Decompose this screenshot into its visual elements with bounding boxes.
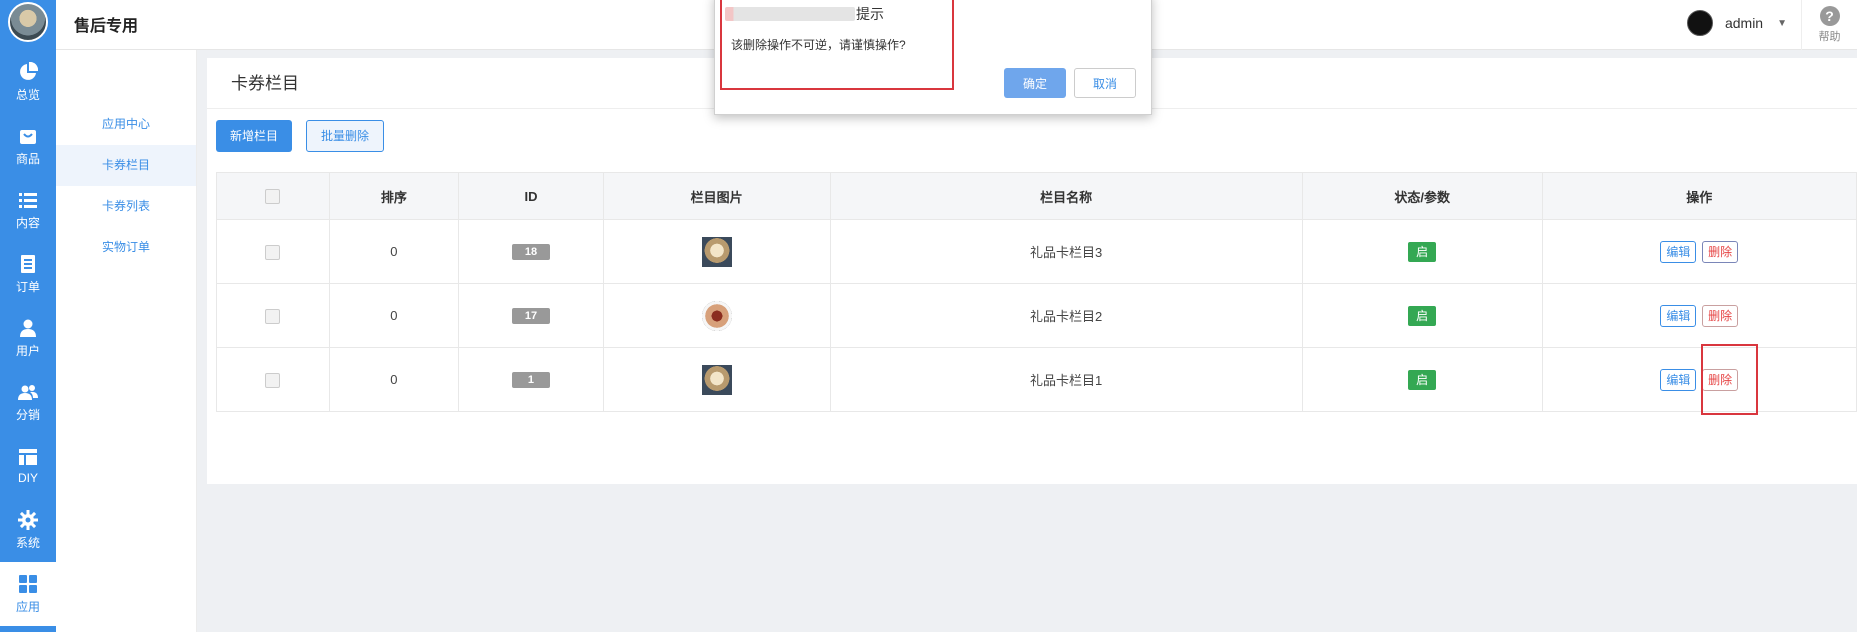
header-id: ID: [458, 172, 604, 220]
delete-button[interactable]: 删除: [1702, 304, 1739, 327]
rail-item-distribution[interactable]: 分销: [0, 370, 56, 434]
column-image: [701, 364, 732, 395]
layout-icon: [19, 449, 37, 465]
user-avatar[interactable]: [1686, 10, 1713, 36]
rail-item-users[interactable]: 用户: [0, 306, 56, 370]
help-label: 帮助: [1818, 31, 1841, 43]
row-checkbox[interactable]: [265, 308, 281, 324]
status-badge[interactable]: 启: [1408, 369, 1437, 390]
icon-rail: 总览 商品 内容 订单 用户 分销 DIY 系统 应用: [0, 0, 56, 632]
user-menu[interactable]: admin ▼: [1686, 10, 1787, 36]
store-title: 售后专用: [74, 18, 139, 35]
rail-item-content[interactable]: 内容: [0, 178, 56, 242]
rail-item-overview[interactable]: 总览: [0, 50, 56, 114]
header-image: 栏目图片: [602, 172, 831, 220]
rail-label-apps: 应用: [15, 599, 40, 614]
shopping-bag-icon: [20, 129, 36, 144]
submenu-item-physical-orders[interactable]: 实物订单: [56, 227, 196, 268]
confirm-button[interactable]: 确定: [1004, 68, 1066, 98]
edit-button[interactable]: 编辑: [1660, 368, 1697, 391]
select-all-checkbox[interactable]: [265, 189, 281, 205]
help-button[interactable]: ? 帮助: [1801, 0, 1857, 50]
cell-sort: 0: [328, 283, 460, 348]
cell-name: 礼品卡栏目3: [829, 219, 1303, 284]
table-row: 0 1 礼品卡栏目1 启 编辑 删除: [216, 347, 1857, 412]
rail-item-apps[interactable]: 应用: [0, 562, 56, 626]
edit-button[interactable]: 编辑: [1660, 240, 1697, 263]
id-badge: 1: [511, 372, 550, 388]
rail-label-distribution: 分销: [15, 407, 40, 422]
document-icon: [21, 254, 35, 273]
list-icon: [19, 192, 37, 208]
content-panel: 卡券栏目 新增栏目 批量删除 排序 ID 栏目图片 栏目名称 状态/参数 操作 …: [207, 58, 1857, 484]
pie-chart-icon: [20, 61, 38, 80]
row-checkbox[interactable]: [265, 244, 281, 260]
secondary-menu: 应用中心 卡券栏目 卡券列表 实物订单: [56, 50, 197, 632]
table-row: 0 18 礼品卡栏目3 启 编辑 删除: [216, 219, 1857, 284]
header-actions: 操作: [1541, 172, 1857, 220]
rail-item-diy[interactable]: DIY: [0, 434, 56, 498]
cell-sort: 0: [328, 219, 460, 284]
user-icon: [20, 319, 36, 337]
rail-label-content: 内容: [15, 215, 40, 230]
users-icon: [18, 384, 38, 400]
id-badge: 18: [511, 244, 550, 260]
rail-item-goods[interactable]: 商品: [0, 114, 56, 178]
header-name: 栏目名称: [829, 172, 1303, 220]
grid-icon: [19, 574, 37, 593]
highlight-box-dialog: [720, 0, 954, 90]
cell-sort: 0: [328, 347, 460, 412]
header-sort: 排序: [328, 172, 460, 220]
submenu-item-card-columns[interactable]: 卡券栏目: [56, 145, 196, 186]
logo-avatar[interactable]: [8, 2, 48, 42]
row-checkbox[interactable]: [265, 372, 281, 388]
gear-icon: [18, 509, 38, 530]
rail-item-system[interactable]: 系统: [0, 498, 56, 562]
column-image: [701, 300, 732, 331]
question-icon: ?: [1819, 6, 1840, 26]
rail-label-users: 用户: [15, 343, 40, 358]
header-status: 状态/参数: [1301, 172, 1543, 220]
rail-label-overview: 总览: [15, 87, 40, 102]
cell-name: 礼品卡栏目2: [829, 283, 1303, 348]
add-column-button[interactable]: 新增栏目: [216, 120, 293, 152]
caret-down-icon[interactable]: ▼: [1777, 18, 1787, 29]
cancel-button[interactable]: 取消: [1074, 68, 1136, 98]
rail-item-orders[interactable]: 订单: [0, 242, 56, 306]
rail-label-goods: 商品: [15, 151, 40, 166]
delete-button[interactable]: 删除: [1702, 240, 1739, 263]
table-row: 0 17 礼品卡栏目2 启 编辑 删除: [216, 283, 1857, 348]
header-select-all[interactable]: [216, 172, 330, 220]
toolbar: 新增栏目 批量删除: [216, 120, 385, 152]
submenu-item-card-list[interactable]: 卡券列表: [56, 186, 196, 227]
status-badge[interactable]: 启: [1408, 241, 1437, 262]
id-badge: 17: [511, 308, 550, 324]
highlight-box-delete: [1701, 344, 1758, 415]
status-badge[interactable]: 启: [1408, 305, 1437, 326]
rail-label-system: 系统: [15, 535, 40, 550]
edit-button[interactable]: 编辑: [1660, 304, 1697, 327]
column-table: 排序 ID 栏目图片 栏目名称 状态/参数 操作 0 18 礼品卡栏目3 启 编…: [216, 172, 1857, 412]
rail-label-orders: 订单: [15, 279, 40, 294]
table-header-row: 排序 ID 栏目图片 栏目名称 状态/参数 操作: [216, 172, 1857, 220]
username[interactable]: admin: [1725, 15, 1763, 31]
submenu-item-app-center[interactable]: 应用中心: [56, 104, 196, 145]
rail-label-diy: DIY: [17, 471, 38, 485]
column-image: [701, 236, 732, 267]
batch-delete-button[interactable]: 批量删除: [306, 120, 385, 152]
cell-name: 礼品卡栏目1: [829, 347, 1303, 412]
